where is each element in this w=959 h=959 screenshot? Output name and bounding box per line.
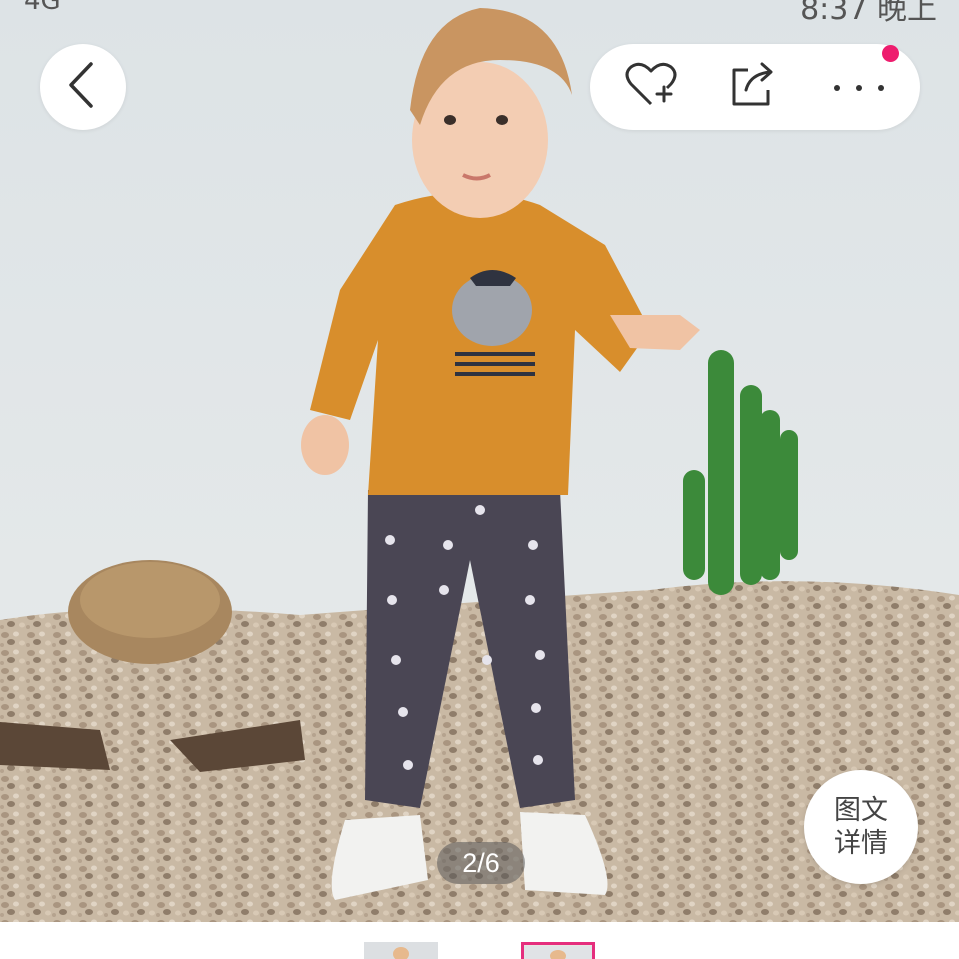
more-dots-icon	[832, 78, 886, 97]
image-counter: 2/6	[437, 842, 525, 884]
network-indicator: 4G	[24, 0, 61, 16]
product-image[interactable]	[0, 0, 959, 922]
share-icon	[728, 60, 778, 114]
clock: 8:37 晚上	[800, 0, 937, 22]
detail-label-line1: 图文	[834, 795, 888, 826]
notification-badge	[882, 45, 899, 62]
favorite-button[interactable]	[606, 44, 696, 130]
back-button[interactable]	[40, 44, 126, 130]
chevron-left-icon	[63, 60, 103, 114]
heart-plus-icon	[623, 60, 679, 114]
thumbnail-strip	[0, 922, 959, 959]
share-button[interactable]	[708, 44, 798, 130]
detail-label-line2: 详情	[834, 828, 888, 859]
action-toolbar	[590, 44, 920, 130]
thumbnail-active[interactable]	[521, 942, 595, 959]
thumbnail[interactable]	[364, 942, 438, 959]
detail-button[interactable]: 图文 详情	[804, 770, 918, 884]
status-bar: 4G 8:37 晚上	[0, 0, 959, 22]
